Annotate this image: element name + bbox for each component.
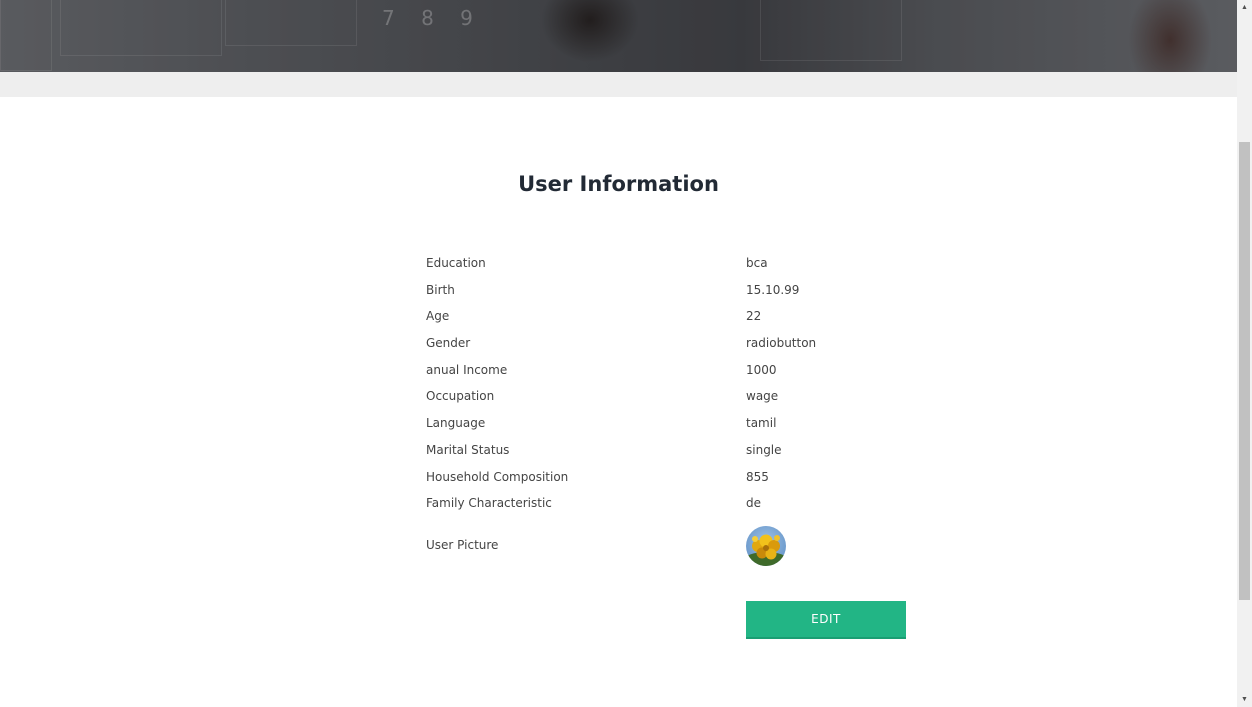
info-row: Language tamil [426,412,906,439]
page-viewport: 7 8 9 User Information Education bca Birth… [0,0,1252,707]
info-row-value: wage [746,389,779,404]
scrollbar-thumb[interactable] [1239,142,1250,600]
user-picture-row: User Picture [426,526,906,568]
info-row: Marital Status single [426,439,906,466]
info-row-value: 1000 [746,362,777,377]
info-row-value: bca [746,256,768,270]
vertical-scrollbar[interactable]: ▲ ▼ [1237,0,1252,707]
info-row-value: single [746,442,782,457]
info-row-label: Household Composition [426,469,569,484]
info-row-value: tamil [746,416,777,431]
info-row: Family Characteristic de [426,492,906,519]
edit-button[interactable]: EDIT [746,601,906,639]
info-row-value: radiobutton [746,336,817,351]
info-row-label: Birth [426,282,455,297]
info-row-label: Marital Status [426,442,510,457]
user-info-table: Education bca Birth 15.10.99 Age 22 Gender radi… [426,252,906,519]
info-row-value: 22 [746,309,762,324]
hero-overlay [0,0,1237,72]
info-row-value: de [746,496,761,511]
info-row-value: 855 [746,469,769,484]
info-row: Age 22 [426,305,906,332]
user-picture-avatar [746,526,786,566]
info-row-label: Age [426,309,450,324]
info-row: Household Composition 855 [426,466,906,493]
yellow-flowers-icon [746,526,786,566]
info-row-label: Family Characteristic [426,496,552,511]
page-title: User Information [518,172,719,196]
info-row-label: Education [426,256,486,270]
scroll-up-icon[interactable]: ▲ [1237,0,1252,15]
banner-divider-strip [0,72,1237,97]
user-picture-label: User Picture [426,538,499,552]
info-row: Education bca [426,252,906,279]
info-row: Occupation wage [426,385,906,412]
info-row: anual Income 1000 [426,359,906,386]
info-row: Birth 15.10.99 [426,279,906,306]
info-row: Gender radiobutton [426,332,906,359]
info-row-label: anual Income [426,362,508,377]
info-row-value: 15.10.99 [746,282,800,297]
info-row-label: Occupation [426,389,495,404]
info-row-label: Gender [426,336,471,351]
hero-banner-image: 7 8 9 [0,0,1237,72]
info-row-label: Language [426,416,486,431]
scroll-down-icon[interactable]: ▼ [1237,692,1252,707]
